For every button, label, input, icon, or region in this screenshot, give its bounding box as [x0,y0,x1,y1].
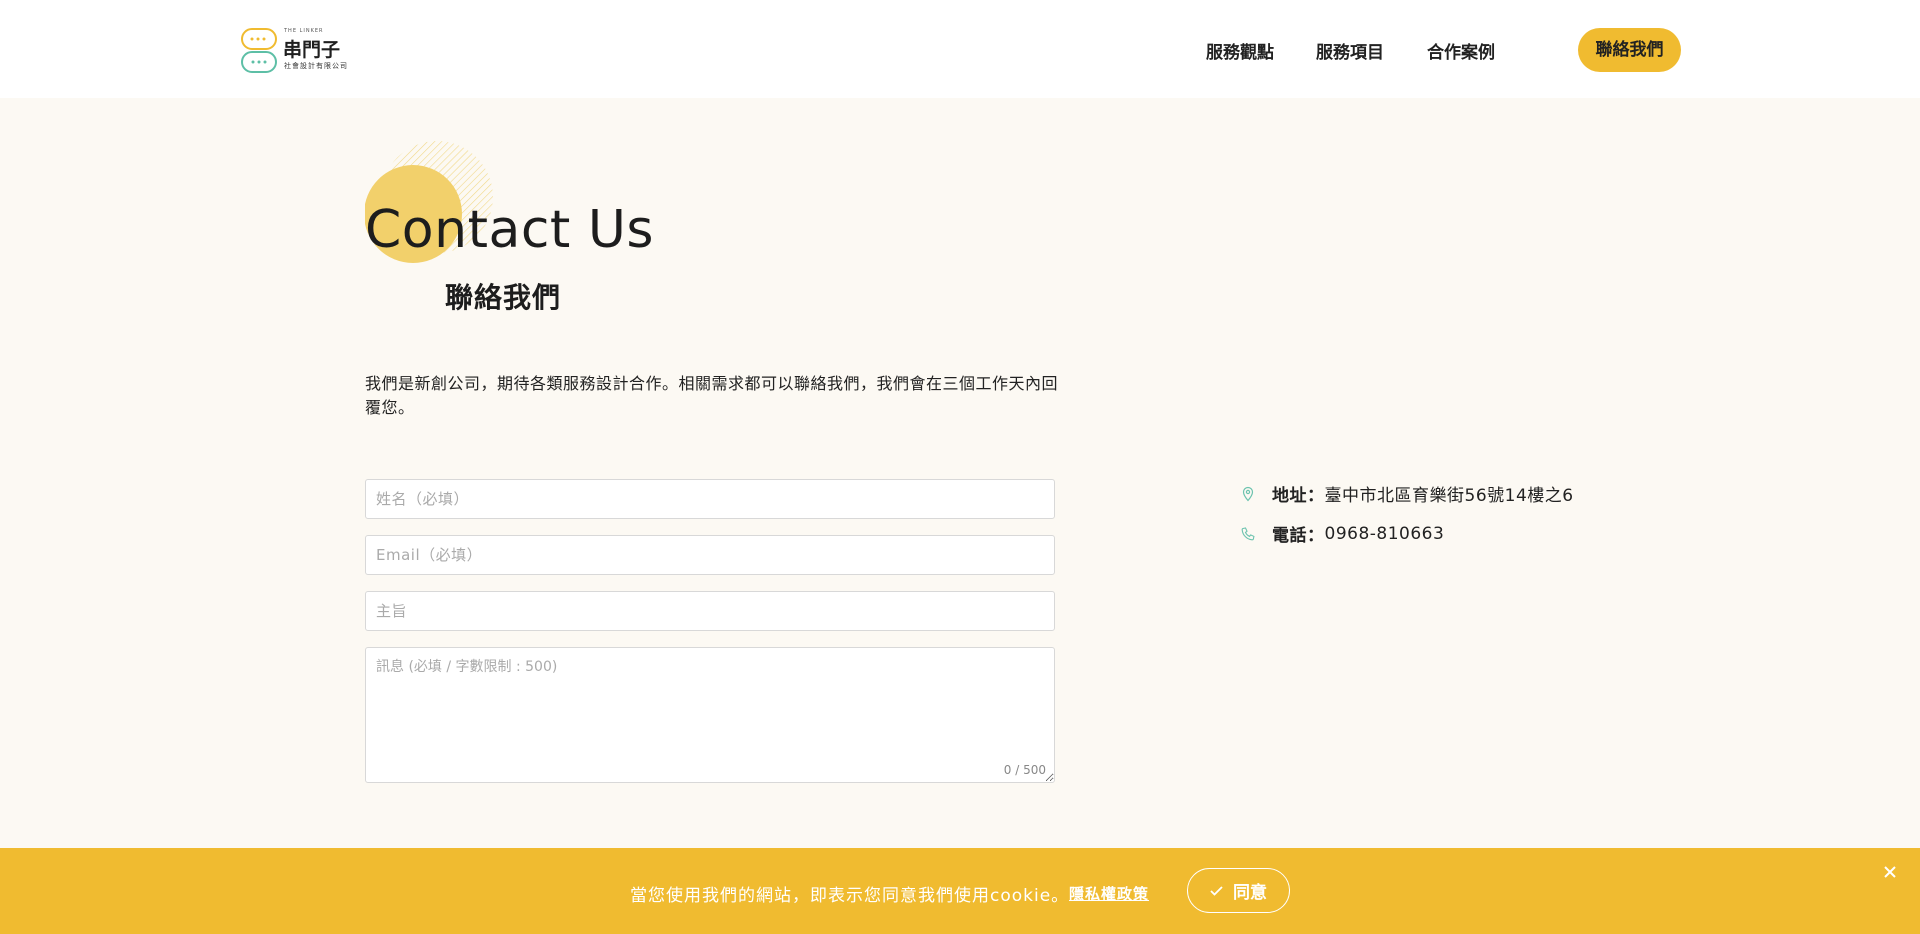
nav-services[interactable]: 服務項目 [1316,38,1384,63]
address-value: 臺中市北區育樂街56號14樓之6 [1324,486,1574,506]
logo-subtitle: 社會設計有限公司 [284,62,348,70]
phone-row: 電話： 0968-810663 [1240,521,1444,546]
phone-value[interactable]: 0968-810663 [1325,524,1445,544]
nav-contact-button[interactable]: 聯絡我們 [1578,28,1681,72]
site-header: THE LINKER 串門子 社會設計有限公司 服務觀點 服務項目 合作案例 聯… [0,0,1920,98]
page-title-chinese: 聯絡我們 [445,281,562,314]
phone-label: 電話： [1272,526,1325,546]
logo-name: 串門子 [283,39,341,61]
cookie-message: 當您使用我們的網站，即表示您同意我們使用cookie。 [630,886,1070,906]
page-title-english: Contact Us [365,200,654,260]
cookie-agree-label: 同意 [1233,883,1267,903]
cookie-banner: 當您使用我們的網站，即表示您同意我們使用cookie。 隱私權政策 同意 [0,848,1920,934]
address-row: 地址： 臺中市北區育樂街56號14樓之6 [1240,481,1574,506]
close-icon[interactable] [1882,864,1898,880]
privacy-policy-link[interactable]: 隱私權政策 [1069,883,1149,904]
message-textarea[interactable] [365,647,1055,783]
logo[interactable]: THE LINKER 串門子 社會設計有限公司 [240,26,364,76]
email-input[interactable] [365,535,1055,575]
nav-cases[interactable]: 合作案例 [1427,38,1495,63]
logo-speech-bubbles-icon [241,28,277,73]
address-label: 地址： [1272,486,1325,506]
location-pin-icon [1242,486,1254,501]
logo-tagline: THE LINKER [284,28,324,34]
subject-input[interactable] [365,591,1055,631]
cookie-agree-button[interactable]: 同意 [1187,868,1290,913]
message-char-counter: 0 / 500 [1003,763,1046,777]
checkmark-icon [1210,885,1223,896]
intro-text: 我們是新創公司，期待各類服務設計合作。相關需求都可以聯絡我們，我們會在三個工作天… [365,374,1059,417]
phone-icon [1241,526,1255,540]
nav-service-viewpoint[interactable]: 服務觀點 [1206,38,1274,63]
name-input[interactable] [365,479,1055,519]
